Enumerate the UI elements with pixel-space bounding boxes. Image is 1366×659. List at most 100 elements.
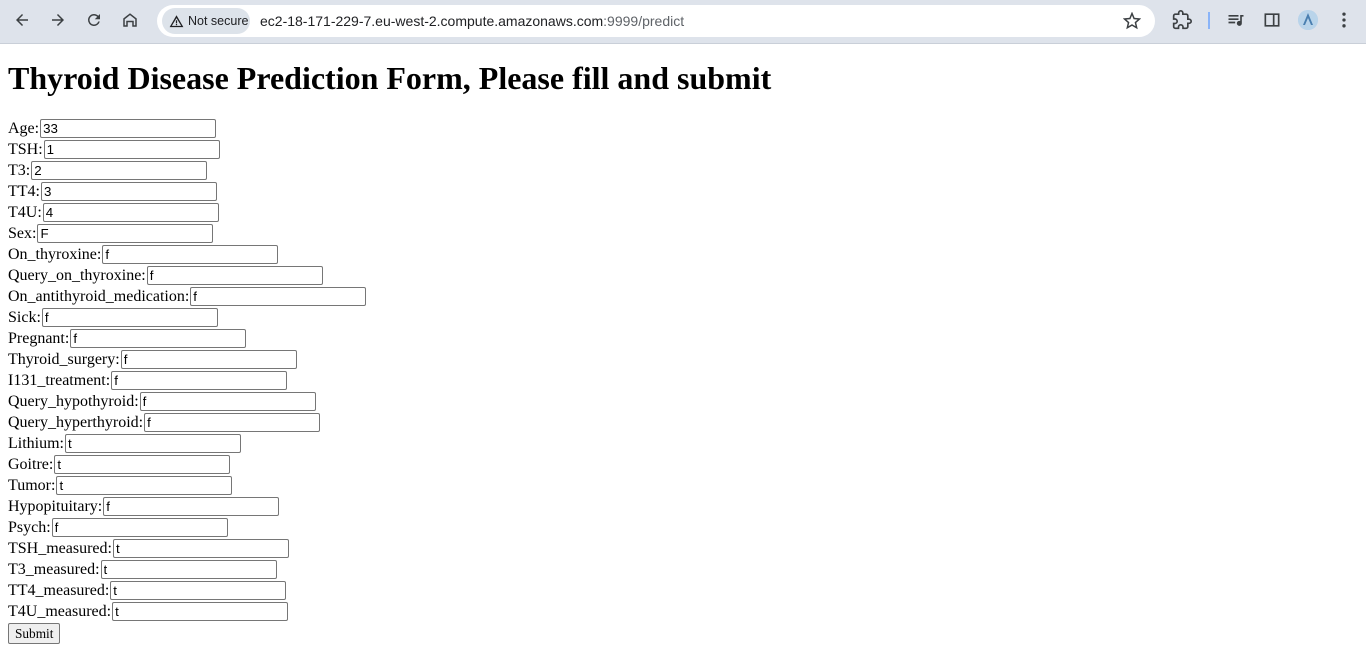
arrow-right-icon	[52, 14, 64, 26]
form-row: TSH:	[8, 139, 1358, 160]
field-input[interactable]	[112, 539, 289, 558]
form-row: I131_treatment:	[8, 370, 1358, 391]
field-input[interactable]	[146, 266, 323, 285]
back-button[interactable]	[8, 6, 36, 34]
security-chip[interactable]: Not secure	[162, 8, 250, 34]
form-row: Tumor:	[8, 475, 1358, 496]
form-row: Age:	[8, 118, 1358, 139]
browser-toolbar: Not secure ec2-18-171-229-7.eu-west-2.co…	[0, 0, 1366, 44]
field-label: Query_hypothyroid:	[8, 392, 139, 410]
field-label: T4U:	[8, 203, 42, 221]
field-label: I131_treatment:	[8, 371, 111, 389]
form-row: TT4:	[8, 181, 1358, 202]
form-row: Query_hyperthyroid:	[8, 412, 1358, 433]
menu-button[interactable]	[1334, 10, 1354, 30]
form-row: T4U:	[8, 202, 1358, 223]
form-row: T3:	[8, 160, 1358, 181]
field-label: TT4_measured:	[8, 581, 110, 599]
toolbar-separator	[1208, 12, 1210, 29]
field-input[interactable]	[139, 392, 316, 411]
field-input[interactable]	[190, 287, 367, 306]
field-input[interactable]	[31, 161, 208, 180]
field-input[interactable]	[120, 350, 297, 369]
prediction-form: Age: TSH: T3: TT4: T4U: Sex: On_thyroxine: Quer…	[8, 118, 1358, 644]
field-label: TSH:	[8, 140, 43, 158]
submit-button[interactable]: Submit	[8, 623, 61, 644]
extensions-button[interactable]	[1172, 10, 1192, 30]
security-label: Not secure	[188, 14, 249, 28]
avatar-icon	[1298, 10, 1318, 30]
form-row: On_thyroxine:	[8, 244, 1358, 265]
field-label: T4U_measured:	[8, 602, 112, 620]
home-icon	[123, 13, 137, 27]
url-host: ec2-18-171-229-7.eu-west-2.compute.amazo…	[260, 13, 604, 29]
profile-avatar[interactable]	[1298, 10, 1318, 30]
field-input[interactable]	[41, 308, 218, 327]
field-input[interactable]	[110, 581, 287, 600]
form-row: Sex:	[8, 223, 1358, 244]
form-row: Query_on_thyroxine:	[8, 265, 1358, 286]
field-label: T3_measured:	[8, 560, 100, 578]
field-label: Goitre:	[8, 455, 54, 473]
form-row: TT4_measured:	[8, 580, 1358, 601]
form-row: Thyroid_surgery:	[8, 349, 1358, 370]
field-input[interactable]	[111, 371, 288, 390]
field-label: TSH_measured:	[8, 539, 112, 557]
form-row: Hypopituitary:	[8, 496, 1358, 517]
field-label: Sex:	[8, 224, 37, 242]
warning-icon	[169, 14, 184, 27]
playlist-icon	[1228, 15, 1244, 26]
field-input[interactable]	[103, 497, 280, 516]
field-label: TT4:	[8, 182, 40, 200]
field-input[interactable]	[42, 203, 219, 222]
field-label: On_antithyroid_medication:	[8, 287, 190, 305]
field-input[interactable]	[112, 602, 289, 621]
form-row: Sick:	[8, 307, 1358, 328]
field-input[interactable]	[102, 245, 279, 264]
field-label: Query_hyperthyroid:	[8, 413, 144, 431]
page-content: Thyroid Disease Prediction Form, Please …	[0, 44, 1366, 652]
field-label: Hypopituitary:	[8, 497, 103, 515]
media-control-button[interactable]	[1226, 10, 1246, 30]
form-row: TSH_measured:	[8, 538, 1358, 559]
form-row: Query_hypothyroid:	[8, 391, 1358, 412]
form-row: T3_measured:	[8, 559, 1358, 580]
field-input[interactable]	[144, 413, 321, 432]
arrow-left-icon	[16, 14, 28, 26]
url-text[interactable]: ec2-18-171-229-7.eu-west-2.compute.amazo…	[260, 13, 684, 29]
field-input[interactable]	[70, 329, 247, 348]
field-input[interactable]	[54, 455, 231, 474]
bookmark-star-icon[interactable]	[1123, 12, 1141, 30]
field-input[interactable]	[41, 182, 217, 201]
side-panel-icon	[1264, 13, 1280, 27]
home-button[interactable]	[116, 6, 144, 34]
puzzle-icon	[1172, 10, 1192, 30]
field-label: Tumor:	[8, 476, 56, 494]
url-path: :9999/predict	[603, 13, 685, 29]
field-input[interactable]	[100, 560, 277, 579]
side-panel-button[interactable]	[1262, 10, 1282, 30]
form-row: Lithium:	[8, 433, 1358, 454]
form-row: On_antithyroid_medication:	[8, 286, 1358, 307]
field-input[interactable]	[56, 476, 233, 495]
kebab-menu-icon	[1342, 12, 1346, 28]
reload-button[interactable]	[80, 6, 108, 34]
field-input[interactable]	[43, 140, 220, 159]
form-row: Goitre:	[8, 454, 1358, 475]
form-row: Pregnant:	[8, 328, 1358, 349]
field-input[interactable]	[37, 224, 214, 243]
field-input[interactable]	[40, 119, 217, 138]
field-label: T3:	[8, 161, 31, 179]
page-title: Thyroid Disease Prediction Form, Please …	[8, 60, 772, 96]
field-input[interactable]	[51, 518, 228, 537]
field-label: Sick:	[8, 308, 41, 326]
address-bar[interactable]: Not secure ec2-18-171-229-7.eu-west-2.co…	[157, 5, 1155, 37]
field-label: On_thyroxine:	[8, 245, 102, 263]
forward-button[interactable]	[44, 6, 72, 34]
form-row: T4U_measured:	[8, 601, 1358, 622]
field-label: Psych:	[8, 518, 51, 536]
field-input[interactable]	[65, 434, 241, 453]
field-label: Query_on_thyroxine:	[8, 266, 146, 284]
field-label: Age:	[8, 119, 40, 137]
field-label: Pregnant:	[8, 329, 70, 347]
